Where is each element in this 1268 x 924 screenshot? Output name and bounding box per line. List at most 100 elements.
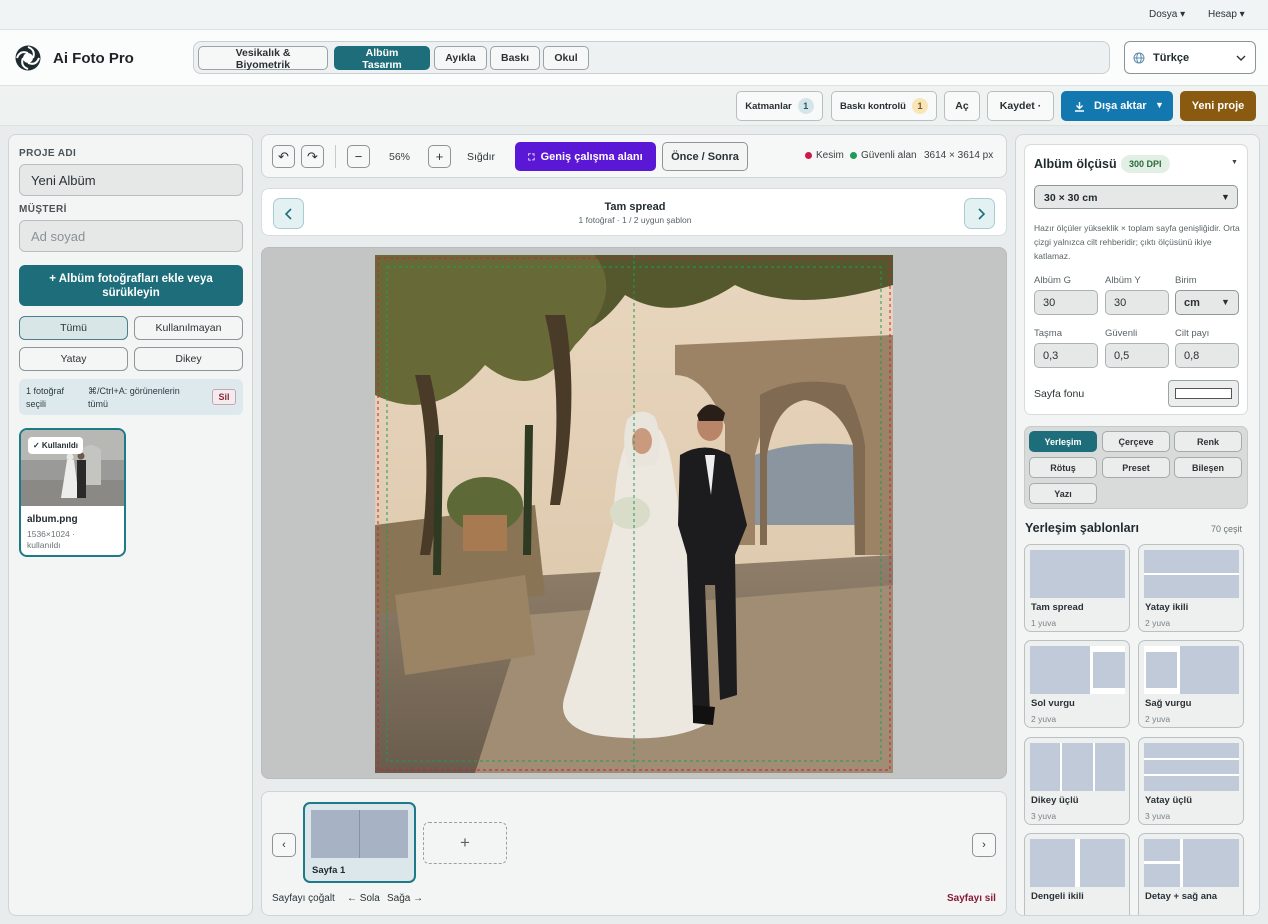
template-horizontal-triple[interactable]: Yatay üçlü 3 yuva xyxy=(1138,737,1244,825)
template-name: Dikey üçlü xyxy=(1031,795,1079,806)
page-thumbnail[interactable]: Sayfa 1 xyxy=(303,802,416,883)
tab-preset[interactable]: Preset xyxy=(1102,457,1170,478)
export-button[interactable]: Dışa aktar ▼ xyxy=(1061,91,1173,121)
chevron-down-icon xyxy=(1236,55,1246,61)
fit-button[interactable]: Sığdır xyxy=(467,151,495,163)
wide-workspace-button[interactable]: ⛶ Geniş çalışma alanı xyxy=(515,142,656,171)
photo-card[interactable]: ✓ Kullanıldı album.png 1536×1024 · kulla… xyxy=(19,428,126,557)
tab-text[interactable]: Yazı xyxy=(1029,483,1097,504)
tab-print[interactable]: Baskı xyxy=(490,46,540,70)
template-vertical-triple[interactable]: Dikey üçlü 3 yuva xyxy=(1024,737,1130,825)
template-slots: 2 yuva xyxy=(1145,714,1171,724)
template-left-focus[interactable]: Sol vurgu 2 yuva xyxy=(1024,640,1130,728)
tab-school[interactable]: Okul xyxy=(543,46,589,70)
save-button[interactable]: Kaydet · xyxy=(987,91,1054,121)
new-project-button[interactable]: Yeni proje xyxy=(1180,91,1256,121)
template-name: Detay + sağ ana xyxy=(1145,891,1218,902)
template-detail-right-main[interactable]: Detay + sağ ana xyxy=(1138,833,1244,915)
width-input[interactable]: 30 xyxy=(1034,290,1098,315)
layers-label: Katmanlar xyxy=(745,101,792,112)
undo-button[interactable]: ↶ xyxy=(272,145,295,168)
redo-button[interactable]: ↷ xyxy=(301,145,324,168)
duplicate-page-button[interactable]: Sayfayı çoğalt xyxy=(272,893,335,904)
bleed-legend: Kesim xyxy=(816,150,844,161)
safe-input[interactable]: 0,5 xyxy=(1105,343,1169,368)
add-page-button[interactable]: + xyxy=(423,822,507,864)
album-size-title: Albüm ölçüsü xyxy=(1034,157,1117,171)
tab-biometric[interactable]: Vesikalık & Biyometrik xyxy=(198,46,328,71)
template-name: Sağ vurgu xyxy=(1145,698,1192,709)
collapse-caret-icon[interactable]: ▼ xyxy=(1231,159,1238,166)
left-panel: PROJE ADI Yeni Albüm MÜŞTERİ Ad soyad + … xyxy=(8,134,253,916)
template-full-spread[interactable]: Tam spread 1 yuva xyxy=(1024,544,1130,632)
template-balanced-pair[interactable]: Dengeli ikili xyxy=(1024,833,1130,915)
add-photos-button[interactable]: + Albüm fotoğrafları ekle veya sürükleyi… xyxy=(19,265,243,306)
bleed-dot-icon xyxy=(805,152,812,159)
template-right-focus[interactable]: Sağ vurgu 2 yuva xyxy=(1138,640,1244,728)
move-right-button[interactable]: Sağa → xyxy=(387,893,423,904)
before-after-button[interactable]: Önce / Sonra xyxy=(662,142,748,171)
layout-nav: Tam spread 1 fotoğraf · 1 / 2 uygun şabl… xyxy=(261,188,1007,236)
page-label: Sayfa 1 xyxy=(312,865,346,876)
zoom-out-button[interactable]: − xyxy=(347,145,370,168)
right-panel: Albüm ölçüsü 300 DPI ▼ 30 × 30 cm ▼ Hazı… xyxy=(1015,134,1260,916)
delete-selection-button[interactable]: Sil xyxy=(212,389,236,405)
tab-layout[interactable]: Yerleşim xyxy=(1029,431,1097,452)
template-horizontal-pair[interactable]: Yatay ikili 2 yuva xyxy=(1138,544,1244,632)
zoom-in-button[interactable]: + xyxy=(428,145,451,168)
undo-icon: ↶ xyxy=(278,148,289,164)
album-size-select[interactable]: 30 × 30 cm ▼ xyxy=(1034,185,1238,209)
tab-color[interactable]: Renk xyxy=(1174,431,1242,452)
template-slots: 2 yuva xyxy=(1145,618,1171,628)
plus-icon: + xyxy=(460,833,470,852)
template-preview xyxy=(1030,839,1125,887)
account-menu[interactable]: Hesap ▾ xyxy=(1208,9,1245,20)
unit-value: cm xyxy=(1184,296,1200,309)
plus-icon: + xyxy=(435,149,444,164)
template-name: Tam spread xyxy=(1031,602,1084,613)
template-preview xyxy=(1144,839,1239,887)
next-layout-button[interactable] xyxy=(964,198,995,229)
album-page-photo[interactable] xyxy=(375,255,893,773)
height-input[interactable]: 30 xyxy=(1105,290,1169,315)
chevron-down-icon: ▼ xyxy=(1221,192,1230,202)
tab-sort[interactable]: Ayıkla xyxy=(434,46,487,70)
template-preview xyxy=(1030,550,1125,598)
tab-frame[interactable]: Çerçeve xyxy=(1102,431,1170,452)
filter-all[interactable]: Tümü xyxy=(19,316,128,340)
print-check-button[interactable]: Baskı kontrolü 1 xyxy=(831,91,937,121)
open-button[interactable]: Aç xyxy=(944,91,980,121)
tab-retouch[interactable]: Rötuş xyxy=(1029,457,1097,478)
unit-select[interactable]: cm ▼ xyxy=(1175,290,1239,315)
customer-input[interactable]: Ad soyad xyxy=(19,220,243,252)
template-preview xyxy=(1144,646,1239,694)
filter-portrait[interactable]: Dikey xyxy=(134,347,243,371)
file-menu[interactable]: Dosya ▾ xyxy=(1149,9,1185,20)
background-label: Sayfa fonu xyxy=(1034,388,1085,400)
template-slots: 3 yuva xyxy=(1145,811,1171,821)
chevron-right-icon xyxy=(978,208,986,220)
bleed-input[interactable]: 0,3 xyxy=(1034,343,1098,368)
move-left-button[interactable]: ← Sola xyxy=(347,893,380,904)
background-color-button[interactable] xyxy=(1168,380,1239,407)
template-preview xyxy=(1144,550,1239,598)
filter-landscape[interactable]: Yatay xyxy=(19,347,128,371)
layers-button[interactable]: Katmanlar 1 xyxy=(736,91,823,121)
project-name-input[interactable]: Yeni Albüm xyxy=(19,164,243,196)
tab-album-design[interactable]: Albüm Tasarım xyxy=(334,46,430,71)
filter-unused[interactable]: Kullanılmayan xyxy=(134,316,243,340)
tab-component[interactable]: Bileşen xyxy=(1174,457,1242,478)
pages-next-button[interactable]: › xyxy=(972,833,996,857)
language-select[interactable]: Türkçe xyxy=(1124,41,1256,74)
pages-prev-button[interactable]: ‹ xyxy=(272,833,296,857)
language-value: Türkçe xyxy=(1153,52,1190,64)
minus-icon: − xyxy=(354,149,363,164)
dpi-badge: 300 DPI xyxy=(1121,155,1170,173)
template-preview xyxy=(1030,743,1125,791)
spine-input[interactable]: 0,8 xyxy=(1175,343,1239,368)
main-nav: Vesikalık & Biyometrik Albüm Tasarım Ayı… xyxy=(193,41,1110,74)
download-icon xyxy=(1075,102,1084,112)
safe-size-label: Güvenli xyxy=(1105,328,1138,339)
zoom-level: 56% xyxy=(389,151,411,163)
delete-page-button[interactable]: Sayfayı sil xyxy=(947,893,996,904)
